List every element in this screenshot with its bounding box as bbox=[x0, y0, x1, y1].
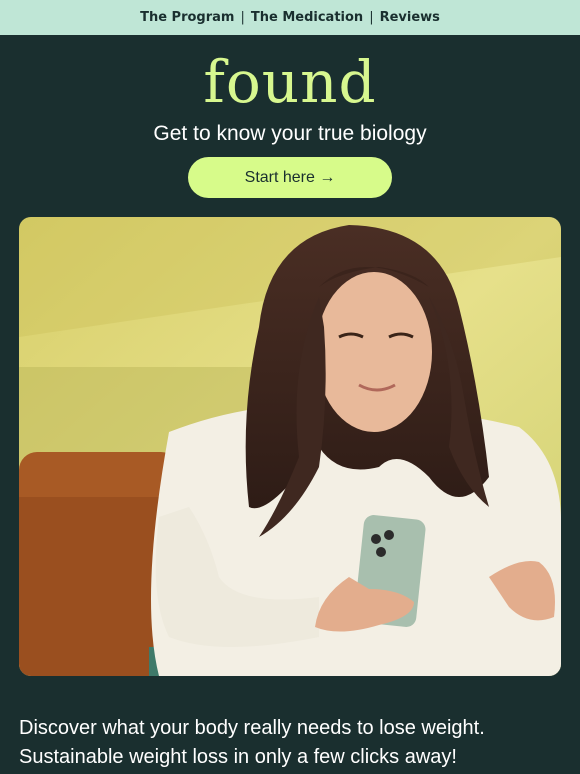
brand-logo[interactable]: found bbox=[0, 48, 580, 116]
hero-tagline: Get to know your true biology bbox=[153, 122, 427, 145]
nav-link-medication[interactable]: The Medication bbox=[251, 10, 363, 25]
body-line-1: Discover what your body really needs to … bbox=[19, 717, 485, 739]
nav-link-reviews[interactable]: Reviews bbox=[380, 10, 440, 25]
nav-separator: | bbox=[369, 10, 374, 25]
nav-link-program[interactable]: The Program bbox=[140, 10, 234, 25]
nav-separator: | bbox=[240, 10, 245, 25]
hero-photo[interactable] bbox=[19, 217, 561, 676]
body-line-2: Sustainable weight loss in only a few cl… bbox=[19, 746, 457, 768]
body-copy: Discover what your body really needs to … bbox=[19, 714, 564, 772]
start-here-button[interactable]: Start here → bbox=[188, 157, 392, 198]
top-nav: The Program | The Medication | Reviews bbox=[0, 0, 580, 35]
woman-with-phone-image bbox=[19, 217, 561, 676]
